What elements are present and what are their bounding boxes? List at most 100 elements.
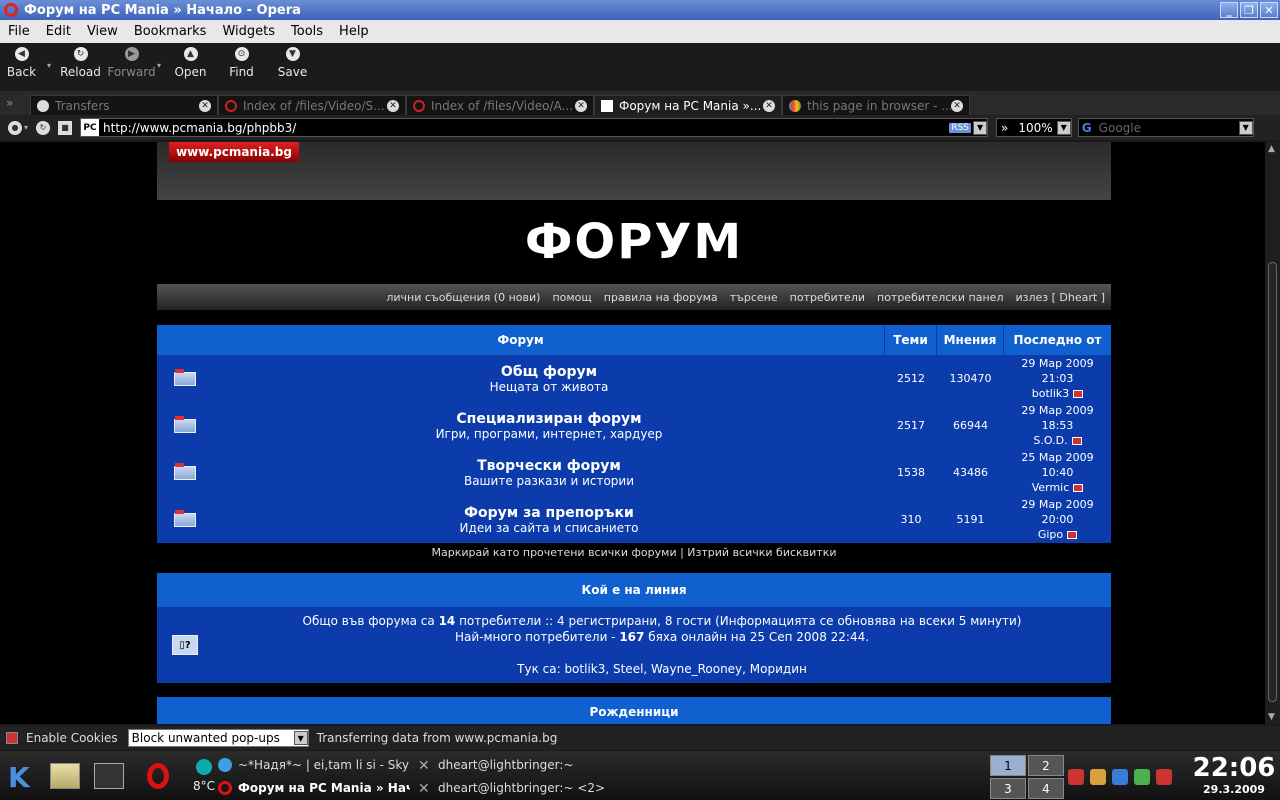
goto-last-post-icon[interactable] <box>1067 531 1078 539</box>
nav-rules[interactable]: правила на форума <box>604 291 718 304</box>
forum-folder-icon <box>174 462 196 480</box>
tab-forum[interactable]: Форум на PC Mania »... ✕ <box>594 95 782 115</box>
stop-dropdown-icon[interactable]: ▾ <box>24 123 28 132</box>
menu-edit[interactable]: Edit <box>38 24 79 39</box>
task-skype[interactable]: ~*Надя*~ | ei,tam li si - Skyp <box>218 754 410 776</box>
open-button[interactable]: ▲ Open <box>165 47 216 79</box>
last-post-user[interactable]: botlik3 <box>1032 387 1070 400</box>
back-button[interactable]: ◀ Back <box>0 47 47 79</box>
last-post-user[interactable]: Gipo <box>1038 528 1063 541</box>
forward-button[interactable]: ▶ Forward <box>106 47 157 79</box>
close-tab-icon[interactable]: ✕ <box>763 99 775 112</box>
mark-read-links[interactable]: Маркирай като прочетени всички форуми | … <box>157 546 1111 559</box>
last-post-user[interactable]: Vermic <box>1032 481 1070 494</box>
online-line-2: Най-много потребители - 167 бяха онлайн … <box>454 630 870 644</box>
close-tab-icon[interactable]: ✕ <box>387 99 399 112</box>
tab-google[interactable]: this page in browser - ... ✕ <box>782 95 970 115</box>
url-text[interactable]: http://www.pcmania.bg/phpbb3/ <box>103 121 949 135</box>
goto-last-post-icon[interactable] <box>1073 484 1084 492</box>
desktop-1[interactable]: 1 <box>990 755 1026 776</box>
zoom-dropdown-icon[interactable]: ▼ <box>1056 120 1071 135</box>
forum-name-link[interactable]: Общ форум <box>213 364 885 380</box>
topics-count: 1538 <box>897 466 925 479</box>
page-scrollbar[interactable]: ▲ ▼ <box>1265 142 1280 724</box>
save-button[interactable]: ▼ Save <box>267 47 318 79</box>
minimize-button[interactable]: _ <box>1220 2 1238 18</box>
update-icon[interactable] <box>1156 769 1172 785</box>
menu-view[interactable]: View <box>79 24 126 39</box>
messenger-icon[interactable] <box>1134 769 1150 785</box>
clock-widget[interactable]: 22:06 29.3.2009 <box>1192 753 1276 796</box>
transfers-icon <box>37 99 49 112</box>
menu-tools[interactable]: Tools <box>283 24 331 39</box>
opera-launcher-icon[interactable] <box>147 763 169 789</box>
zoom-arrows-icon: » <box>1001 120 1009 135</box>
popup-blocker-select[interactable]: Block unwanted pop-ups ▼ <box>127 729 309 747</box>
network-icon[interactable] <box>1068 769 1084 785</box>
home-icon[interactable]: ■ <box>58 120 73 135</box>
online-body: ▯? Общо във форума са 14 потребители :: … <box>157 607 1111 683</box>
search-field[interactable]: G Google ▼ <box>1077 118 1254 137</box>
forum-name-link[interactable]: Форум за препоръки <box>213 505 885 521</box>
clipboard-icon[interactable] <box>1090 769 1106 785</box>
nav-search[interactable]: търсене <box>730 291 778 304</box>
forum-description: Нещата от живота <box>489 379 609 394</box>
menu-file[interactable]: File <box>0 24 38 39</box>
task-terminal-1[interactable]: ✕ dheart@lightbringer:~ <box>418 754 618 776</box>
enable-cookies-toggle[interactable]: Enable Cookies <box>26 731 118 745</box>
search-engine-dropdown-icon[interactable]: ▼ <box>1238 120 1253 135</box>
address-field[interactable]: PC http://www.pcmania.bg/phpbb3/ RSS ▼ <box>80 118 989 137</box>
tab-list-icon[interactable]: » <box>6 96 30 110</box>
stop-icon[interactable]: ● <box>8 120 22 135</box>
music-icon[interactable] <box>1112 769 1128 785</box>
reload-button[interactable]: ↻ Reload <box>55 47 106 79</box>
tab-index-s[interactable]: Index of /files/Video/S... ✕ <box>218 95 406 115</box>
goto-last-post-icon[interactable] <box>1073 390 1084 398</box>
close-tab-icon[interactable]: ✕ <box>199 99 211 112</box>
desktop-pager: 1 2 3 4 <box>990 755 1064 799</box>
forum-name-link[interactable]: Специализиран форум <box>213 411 885 427</box>
maximize-button[interactable]: ❐ <box>1240 2 1258 18</box>
close-tab-icon[interactable]: ✕ <box>951 99 963 112</box>
menu-help[interactable]: Help <box>331 24 377 39</box>
desktop-4[interactable]: 4 <box>1028 778 1064 799</box>
scroll-down-icon[interactable]: ▼ <box>1268 712 1275 722</box>
forward-history-dropdown[interactable]: ▾ <box>157 61 165 70</box>
pcmania-logo[interactable]: www.pcmania.bg <box>169 142 299 162</box>
tab-transfers[interactable]: Transfers ✕ <box>30 95 218 115</box>
nav-members[interactable]: потребители <box>790 291 865 304</box>
nav-user-panel[interactable]: потребителски панел <box>877 291 1003 304</box>
menu-bookmarks[interactable]: Bookmarks <box>126 24 215 39</box>
tab-index-a[interactable]: Index of /files/Video/A... ✕ <box>406 95 594 115</box>
rss-icon[interactable]: RSS <box>949 122 972 133</box>
back-history-dropdown[interactable]: ▾ <box>47 61 55 70</box>
header-last-post: Последно от <box>1013 333 1102 347</box>
scroll-up-icon[interactable]: ▲ <box>1268 144 1275 154</box>
header-forum: Форум <box>157 325 885 355</box>
goto-last-post-icon[interactable] <box>1071 437 1082 445</box>
menu-widgets[interactable]: Widgets <box>214 24 283 39</box>
last-post-user[interactable]: S.O.D. <box>1033 434 1067 447</box>
kde-menu-icon[interactable]: K <box>8 761 38 794</box>
desktop-3[interactable]: 3 <box>990 778 1026 799</box>
address-dropdown-icon[interactable]: ▼ <box>973 120 988 135</box>
chevron-down-icon[interactable]: ▼ <box>293 731 308 745</box>
nav-logout[interactable]: излез [ Dheart ] <box>1015 291 1105 304</box>
cookie-icon[interactable] <box>6 732 18 744</box>
desktop-2[interactable]: 2 <box>1028 755 1064 776</box>
nav-help[interactable]: помощ <box>552 291 591 304</box>
task-terminal-2[interactable]: ✕ dheart@lightbringer:~ <2> <box>418 777 618 799</box>
scroll-thumb[interactable] <box>1268 262 1277 702</box>
text-editor-launcher-icon[interactable] <box>50 763 80 789</box>
terminal-launcher-icon[interactable] <box>94 763 124 789</box>
forum-name-link[interactable]: Творчески форум <box>213 458 885 474</box>
close-tab-icon[interactable]: ✕ <box>575 99 587 112</box>
reload-small-icon[interactable]: ↻ <box>36 120 51 135</box>
nav-private-messages[interactable]: лични съобщения (0 нови) <box>386 291 540 304</box>
zoom-control[interactable]: » 100% ▼ <box>996 118 1072 137</box>
find-button[interactable]: ⊙ Find <box>216 47 267 79</box>
task-opera[interactable]: Форум на PC Mania » Нач <box>218 777 410 799</box>
online-users[interactable]: Тук са: botlik3, Steel, Wayne_Rooney, Мо… <box>213 661 1111 677</box>
google-search-icon: G <box>1081 120 1092 135</box>
close-window-button[interactable]: ✕ <box>1260 2 1278 18</box>
